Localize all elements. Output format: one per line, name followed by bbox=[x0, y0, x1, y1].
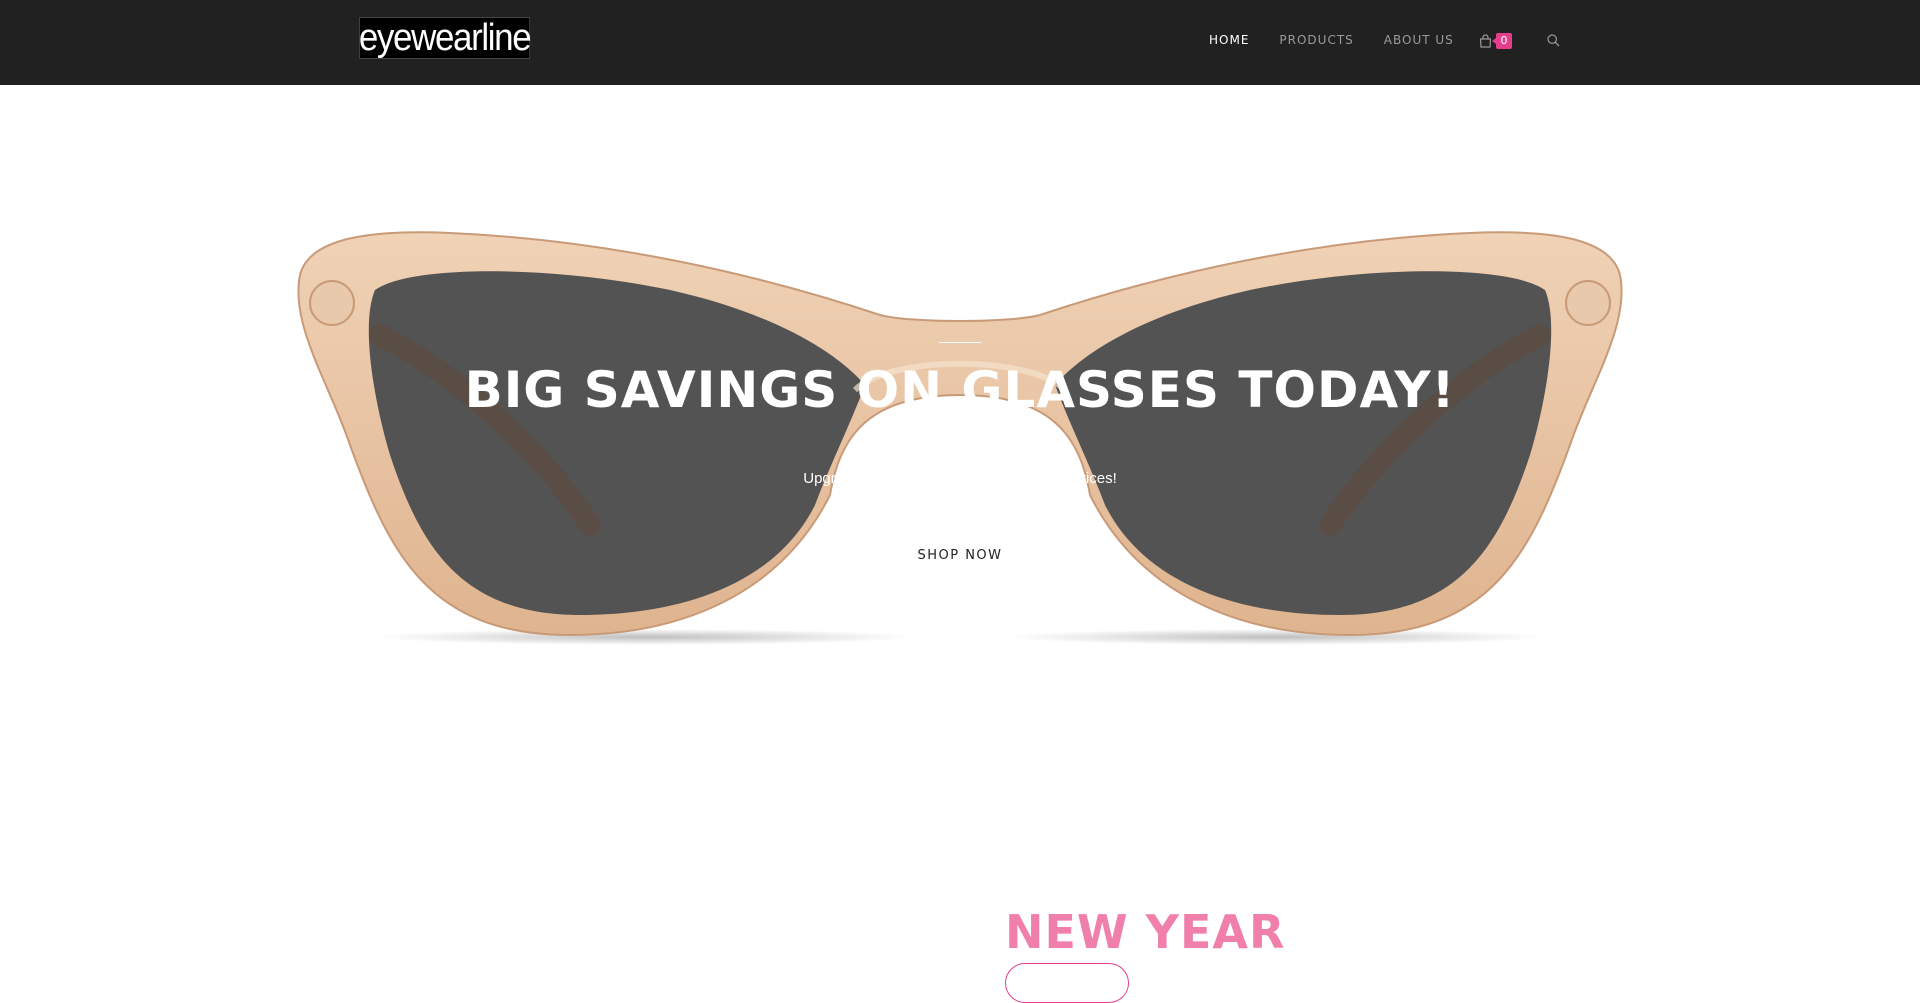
promo-title: NEW YEAR bbox=[1005, 905, 1286, 959]
nav-about-us[interactable]: ABOUT US bbox=[1384, 33, 1454, 47]
nav-home[interactable]: HOME bbox=[1209, 33, 1249, 47]
hero-divider bbox=[939, 342, 981, 343]
cart-count-badge: 0 bbox=[1492, 33, 1512, 49]
hero-kicker: UP TO 20% OFF bbox=[893, 303, 1027, 318]
shopping-bag-icon bbox=[1479, 34, 1492, 48]
hero-title: BIG SAVINGS ON GLASSES TODAY! bbox=[464, 361, 1456, 419]
shop-now-button[interactable]: SHOP NOW bbox=[900, 541, 1020, 571]
promo-button[interactable] bbox=[1005, 963, 1129, 1003]
hero-subtitle: Upgrade your look with our semi-annual p… bbox=[803, 470, 1117, 487]
search-icon[interactable] bbox=[1547, 34, 1560, 52]
hero-banner: UP TO 20% OFF BIG SAVINGS ON GLASSES TOD… bbox=[0, 85, 1920, 705]
brand-logo[interactable]: eyewearline bbox=[359, 17, 532, 59]
cart-button[interactable]: 0 bbox=[1479, 33, 1512, 49]
site-header: eyewearline HOME PRODUCTS ABOUT US 0 bbox=[0, 0, 1920, 85]
main-nav: HOME PRODUCTS ABOUT US bbox=[1209, 33, 1484, 47]
nav-products[interactable]: PRODUCTS bbox=[1279, 33, 1353, 47]
